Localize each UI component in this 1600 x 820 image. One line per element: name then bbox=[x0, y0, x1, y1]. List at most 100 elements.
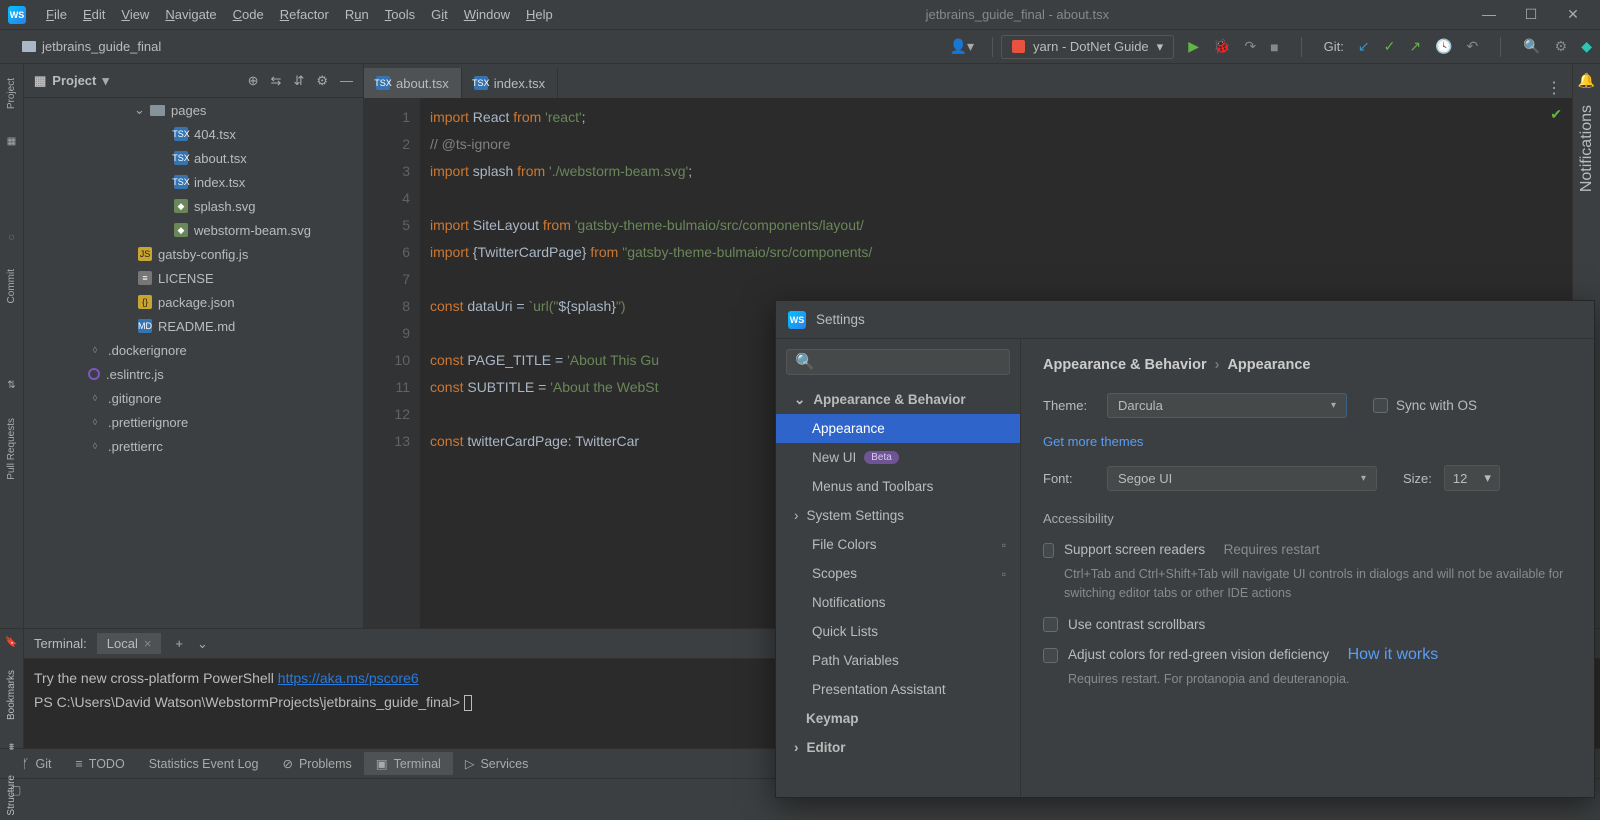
run-config-selector[interactable]: yarn - DotNet Guide ▾ bbox=[1001, 35, 1174, 59]
settings-item-new-ui[interactable]: New UIBeta bbox=[776, 443, 1020, 472]
hide-panel-icon[interactable]: — bbox=[340, 73, 353, 89]
tree-file[interactable]: JSgatsby-config.js bbox=[24, 242, 363, 266]
structure-rail-icon[interactable]: ⩩ bbox=[4, 742, 20, 753]
git-commit-icon[interactable]: ✓ bbox=[1384, 38, 1396, 55]
menu-refactor[interactable]: Refactor bbox=[274, 3, 335, 26]
code-with-me-icon[interactable]: 👤▾ bbox=[940, 38, 984, 55]
tool-stats[interactable]: Statistics Event Log bbox=[137, 757, 271, 771]
rail-pull-requests[interactable]: Pull Requests bbox=[6, 414, 17, 484]
pr-rail-icon[interactable]: ⇅ bbox=[4, 378, 20, 394]
tab-about[interactable]: TSXabout.tsx bbox=[364, 68, 462, 98]
settings-group-appearance-behavior[interactable]: ⌄Appearance & Behavior bbox=[776, 385, 1020, 414]
rail-structure[interactable]: Structure bbox=[6, 771, 17, 820]
new-terminal-icon[interactable]: + bbox=[175, 636, 183, 651]
expand-all-icon[interactable]: ⇆ bbox=[271, 73, 282, 89]
tree-file[interactable]: ◊.gitignore bbox=[24, 386, 363, 410]
tool-problems[interactable]: ⊘Problems bbox=[270, 756, 363, 771]
close-button[interactable]: ✕ bbox=[1560, 6, 1586, 23]
menu-git[interactable]: Git bbox=[425, 3, 454, 26]
tool-git[interactable]: ᚶGit bbox=[10, 757, 64, 771]
git-update-icon[interactable]: ↙ bbox=[1358, 38, 1370, 55]
settings-item-menus-toolbars[interactable]: Menus and Toolbars bbox=[776, 472, 1020, 501]
git-history-icon[interactable]: 🕓 bbox=[1435, 38, 1452, 55]
settings-group-editor[interactable]: ›Editor bbox=[776, 733, 1020, 762]
project-tree[interactable]: ⌄pages TSX404.tsx TSXabout.tsx TSXindex.… bbox=[24, 98, 363, 628]
how-it-works-link[interactable]: How it works bbox=[1348, 646, 1439, 663]
contrast-scrollbars-checkbox[interactable] bbox=[1043, 617, 1058, 632]
terminal-tab-local[interactable]: Local× bbox=[97, 633, 162, 654]
menu-edit[interactable]: Edit bbox=[77, 3, 111, 26]
font-size-select[interactable]: 12▾ bbox=[1444, 465, 1500, 491]
tab-actions-icon[interactable]: ⋮ bbox=[1536, 78, 1572, 98]
terminal-dropdown-icon[interactable]: ⌄ bbox=[197, 636, 208, 652]
tree-file[interactable]: ◆webstorm-beam.svg bbox=[24, 218, 363, 242]
settings-item-notifications[interactable]: Notifications bbox=[776, 588, 1020, 617]
settings-group-keymap[interactable]: Keymap bbox=[776, 704, 1020, 733]
menu-file[interactable]: File bbox=[40, 3, 73, 26]
rail-bookmarks[interactable]: Bookmarks bbox=[6, 666, 17, 724]
tree-file[interactable]: ≡LICENSE bbox=[24, 266, 363, 290]
tree-folder-pages[interactable]: ⌄pages bbox=[24, 98, 363, 122]
project-breadcrumb[interactable]: jetbrains_guide_final bbox=[22, 39, 161, 54]
color-deficiency-checkbox[interactable] bbox=[1043, 648, 1058, 663]
screen-readers-checkbox[interactable] bbox=[1043, 543, 1054, 558]
menu-view[interactable]: View bbox=[115, 3, 155, 26]
tool-terminal[interactable]: ▣Terminal bbox=[364, 752, 453, 775]
theme-select[interactable]: Darcula▾ bbox=[1107, 393, 1347, 418]
settings-item-appearance[interactable]: Appearance bbox=[776, 414, 1020, 443]
font-select[interactable]: Segoe UI▾ bbox=[1107, 466, 1377, 491]
settings-item-presentation-assistant[interactable]: Presentation Assistant bbox=[776, 675, 1020, 704]
rail-commit[interactable]: Commit bbox=[6, 265, 17, 307]
tree-file[interactable]: ◊.prettierignore bbox=[24, 410, 363, 434]
coverage-button[interactable]: ↷ bbox=[1244, 38, 1256, 55]
settings-search-input[interactable]: 🔍 bbox=[786, 349, 1010, 375]
tool-services[interactable]: ▷Services bbox=[453, 756, 541, 771]
menu-window[interactable]: Window bbox=[458, 3, 516, 26]
git-push-icon[interactable]: ↗ bbox=[1409, 38, 1421, 55]
settings-item-system-settings[interactable]: ›System Settings bbox=[776, 501, 1020, 530]
close-tab-icon[interactable]: × bbox=[144, 636, 152, 651]
tool-todo[interactable]: ≡TODO bbox=[64, 757, 137, 771]
sync-with-os-checkbox[interactable] bbox=[1373, 398, 1388, 413]
tree-file[interactable]: ◆splash.svg bbox=[24, 194, 363, 218]
undo-icon[interactable]: ↶ bbox=[1466, 38, 1478, 55]
get-more-themes-link[interactable]: Get more themes bbox=[1043, 434, 1143, 449]
run-button[interactable]: ▶ bbox=[1188, 38, 1199, 55]
tree-file[interactable]: TSXindex.tsx bbox=[24, 170, 363, 194]
commit-rail-icon[interactable]: ◌ bbox=[4, 229, 20, 245]
tree-file[interactable]: ◊.prettierrc bbox=[24, 434, 363, 458]
menu-code[interactable]: Code bbox=[227, 3, 270, 26]
settings-item-file-colors[interactable]: File Colors▫ bbox=[776, 530, 1020, 559]
rail-project[interactable]: Project bbox=[6, 74, 17, 113]
terminal-link[interactable]: https://aka.ms/pscore6 bbox=[278, 670, 419, 686]
menu-run[interactable]: Run bbox=[339, 3, 375, 26]
chevron-down-icon[interactable]: ▾ bbox=[102, 73, 109, 89]
rail-notifications[interactable]: Notifications bbox=[1578, 101, 1596, 196]
tree-file[interactable]: ◊.dockerignore bbox=[24, 338, 363, 362]
search-icon[interactable]: 🔍 bbox=[1523, 38, 1540, 55]
tree-file[interactable]: .eslintrc.js bbox=[24, 362, 363, 386]
minimize-button[interactable]: — bbox=[1476, 6, 1502, 23]
select-opened-file-icon[interactable]: ⊕ bbox=[248, 73, 259, 89]
bookmarks-rail-icon[interactable]: 🔖 bbox=[4, 637, 20, 648]
inspection-ok-icon[interactable]: ✔ bbox=[1550, 106, 1562, 123]
panel-settings-icon[interactable]: ⚙ bbox=[316, 73, 328, 89]
maximize-button[interactable]: ☐ bbox=[1518, 6, 1544, 23]
menu-help[interactable]: Help bbox=[520, 3, 559, 26]
settings-gear-icon[interactable]: ⚙ bbox=[1555, 38, 1568, 55]
settings-item-path-variables[interactable]: Path Variables bbox=[776, 646, 1020, 675]
tab-index[interactable]: TSXindex.tsx bbox=[462, 68, 558, 98]
ide-features-icon[interactable]: ◆ bbox=[1581, 38, 1592, 55]
stop-button[interactable]: ■ bbox=[1270, 39, 1278, 55]
settings-item-scopes[interactable]: Scopes▫ bbox=[776, 559, 1020, 588]
debug-button[interactable]: 🐞 bbox=[1213, 38, 1230, 55]
settings-item-quick-lists[interactable]: Quick Lists bbox=[776, 617, 1020, 646]
menu-tools[interactable]: Tools bbox=[379, 3, 421, 26]
folder-rail-icon[interactable]: ▦ bbox=[4, 133, 20, 149]
tree-file[interactable]: {}package.json bbox=[24, 290, 363, 314]
notifications-icon[interactable]: 🔔 bbox=[1578, 72, 1595, 89]
collapse-all-icon[interactable]: ⇵ bbox=[293, 73, 304, 89]
tree-file[interactable]: TSX404.tsx bbox=[24, 122, 363, 146]
tree-file[interactable]: MDREADME.md bbox=[24, 314, 363, 338]
tree-file[interactable]: TSXabout.tsx bbox=[24, 146, 363, 170]
